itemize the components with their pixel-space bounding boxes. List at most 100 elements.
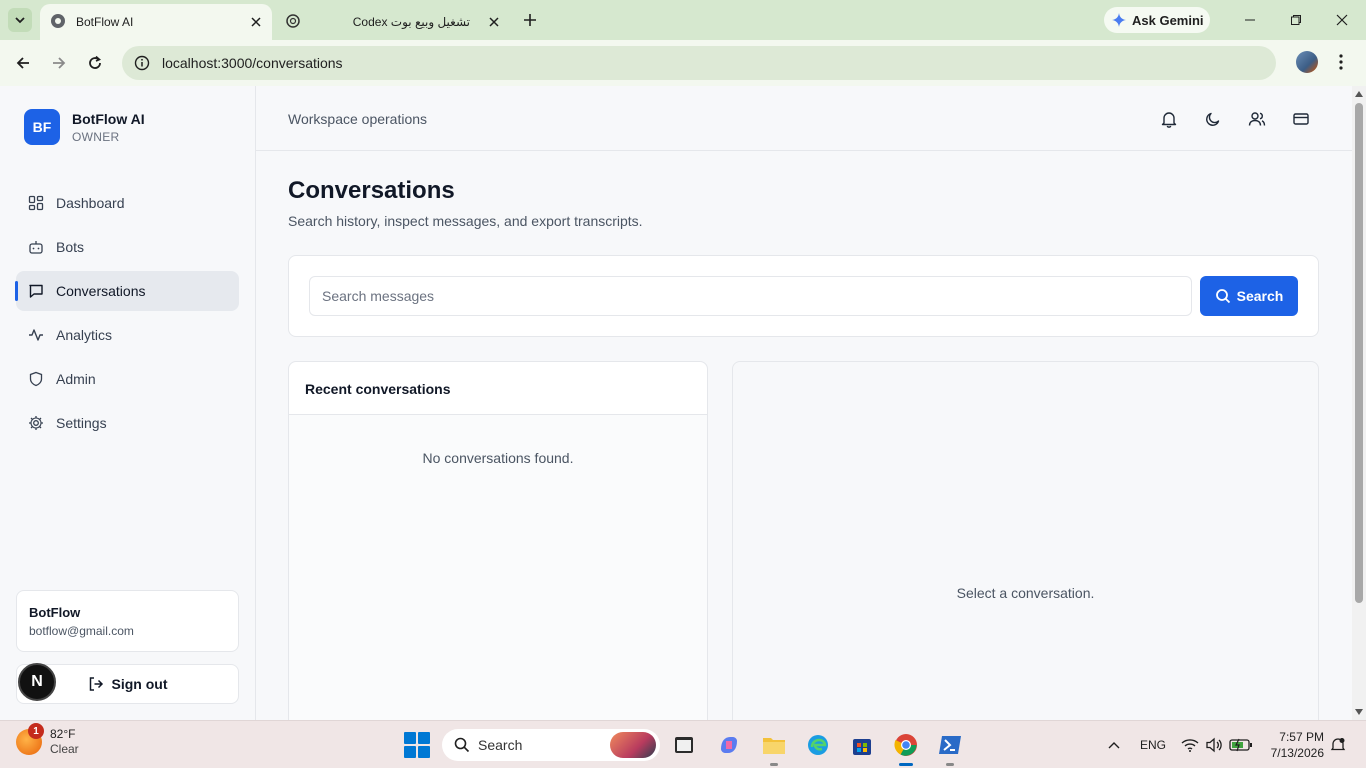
chevron-up-icon	[1108, 742, 1120, 749]
search-button[interactable]: Search	[1200, 276, 1298, 316]
empty-state-text: No conversations found.	[422, 450, 574, 466]
chrome-icon	[894, 734, 917, 756]
bot-icon	[28, 239, 44, 255]
page-subtitle: Search history, inspect messages, and ex…	[288, 213, 643, 229]
forward-button[interactable]	[45, 49, 73, 77]
powershell-icon	[939, 736, 961, 754]
taskbar-app-powershell[interactable]	[936, 731, 964, 766]
browser-menu-button[interactable]	[1330, 51, 1352, 73]
weather-widget[interactable]: 1 82°F Clear	[16, 723, 79, 757]
profile-avatar[interactable]	[1296, 51, 1318, 73]
taskbar-app-chrome[interactable]	[892, 731, 920, 766]
users-icon	[1248, 112, 1266, 126]
sidebar-item-settings[interactable]: Settings	[16, 403, 239, 443]
sidebar-nav: Dashboard Bots Conversations Analytics A…	[15, 183, 239, 447]
back-button[interactable]	[9, 49, 37, 77]
clock-date: 7/13/2026	[1270, 746, 1324, 760]
start-button[interactable]	[404, 732, 430, 758]
scroll-down-icon[interactable]	[1355, 708, 1363, 716]
empty-state-text: Select a conversation.	[956, 585, 1095, 601]
ask-gemini-button[interactable]: Ask Gemini	[1104, 7, 1210, 33]
browser-tab-codex[interactable]: Codex تشغيل وبيع بوت	[278, 4, 510, 40]
windows-taskbar: 1 82°F Clear Search ENG 7:57 PM 7/13/202…	[0, 720, 1366, 768]
sidebar-item-conversations[interactable]: Conversations	[15, 271, 239, 311]
chrome-favicon-icon	[50, 13, 66, 32]
search-highlight-image	[610, 732, 656, 758]
sidebar-item-dashboard[interactable]: Dashboard	[16, 183, 239, 223]
panel-heading: Recent conversations	[289, 362, 707, 415]
tab-title: BotFlow AI	[76, 15, 134, 29]
search-icon	[1215, 289, 1230, 304]
scroll-up-icon[interactable]	[1355, 90, 1363, 98]
close-tab-icon[interactable]	[246, 12, 266, 32]
user-email: botflow@gmail.com	[29, 624, 134, 638]
weather-sun-icon: 1	[16, 723, 44, 755]
reload-button[interactable]	[81, 49, 109, 77]
battery-icon[interactable]	[1228, 731, 1254, 759]
brand-logo: BF	[24, 109, 60, 145]
reload-icon	[89, 55, 101, 69]
search-icon	[454, 737, 470, 753]
team-button[interactable]	[1246, 108, 1268, 130]
sidebar-item-bots[interactable]: Bots	[16, 227, 239, 267]
close-tab-icon[interactable]	[484, 12, 504, 32]
user-name: BotFlow	[29, 605, 81, 620]
taskbar-app-store[interactable]	[848, 731, 876, 759]
new-tab-button[interactable]	[518, 8, 542, 32]
gear-icon	[28, 415, 44, 431]
theme-toggle-button[interactable]	[1202, 108, 1224, 130]
close-window-button[interactable]	[1320, 6, 1364, 34]
notification-center-button[interactable]	[1328, 731, 1348, 759]
taskbar-app-terminal[interactable]	[670, 731, 698, 759]
taskbar-app-copilot[interactable]	[715, 731, 743, 759]
taskbar-search[interactable]: Search	[442, 729, 660, 761]
notification-badge: 1	[28, 723, 44, 739]
credit-card-icon	[1293, 113, 1309, 125]
search-input[interactable]	[309, 276, 1192, 316]
address-bar[interactable]: localhost:3000/conversations	[122, 46, 1276, 80]
browser-tab-botflow[interactable]: BotFlow AI	[40, 4, 272, 40]
billing-button[interactable]	[1290, 108, 1312, 130]
language-indicator[interactable]: ENG	[1140, 738, 1166, 752]
browser-toolbar: localhost:3000/conversations	[0, 40, 1366, 111]
minimize-button[interactable]	[1228, 6, 1272, 34]
shield-icon	[28, 371, 44, 387]
restore-button[interactable]	[1274, 6, 1318, 34]
conversation-detail-panel: Select a conversation.	[732, 361, 1319, 731]
scroll-thumb[interactable]	[1355, 103, 1363, 603]
url-text: localhost:3000/conversations	[162, 55, 343, 71]
copilot-icon	[721, 737, 737, 753]
bell-icon	[1330, 738, 1346, 751]
grid-icon	[28, 195, 44, 211]
clock-time: 7:57 PM	[1279, 730, 1324, 744]
chevron-down-icon	[15, 17, 25, 24]
sidebar-item-admin[interactable]: Admin	[16, 359, 239, 399]
nextjs-dev-badge[interactable]: N	[18, 663, 56, 701]
browser-tabstrip: BotFlow AI Codex تشغيل وبيع بوت Ask Gemi…	[0, 0, 1366, 40]
message-icon	[28, 283, 44, 299]
system-clock[interactable]: 7:57 PM 7/13/2026	[1262, 729, 1324, 761]
sidebar-item-analytics[interactable]: Analytics	[16, 315, 239, 355]
plus-icon	[524, 14, 536, 26]
moon-icon	[1206, 112, 1220, 126]
notifications-button[interactable]	[1158, 108, 1180, 130]
gemini-sparkle-icon	[1112, 13, 1126, 27]
show-hidden-icons-button[interactable]	[1102, 731, 1126, 759]
tab-search-button[interactable]	[8, 8, 32, 32]
close-icon	[1336, 14, 1348, 26]
taskbar-app-file-explorer[interactable]	[760, 731, 788, 766]
folder-icon	[763, 738, 785, 754]
info-icon[interactable]	[126, 55, 158, 71]
tab-title: Codex تشغيل وبيع بوت	[352, 15, 470, 29]
volume-icon[interactable]	[1204, 731, 1224, 759]
openai-favicon-icon	[286, 13, 300, 31]
page-scrollbar[interactable]	[1352, 86, 1366, 720]
user-role: OWNER	[72, 129, 120, 144]
wifi-icon[interactable]	[1180, 731, 1200, 759]
taskbar-app-edge[interactable]	[804, 731, 832, 759]
arrow-right-icon	[53, 57, 66, 69]
sidebar: BF BotFlow AI OWNER Dashboard Bots Conve…	[0, 86, 256, 720]
arrow-left-icon	[16, 57, 29, 69]
weather-temp: 82°F	[50, 727, 76, 741]
brand[interactable]: BF BotFlow AI OWNER	[24, 109, 145, 145]
